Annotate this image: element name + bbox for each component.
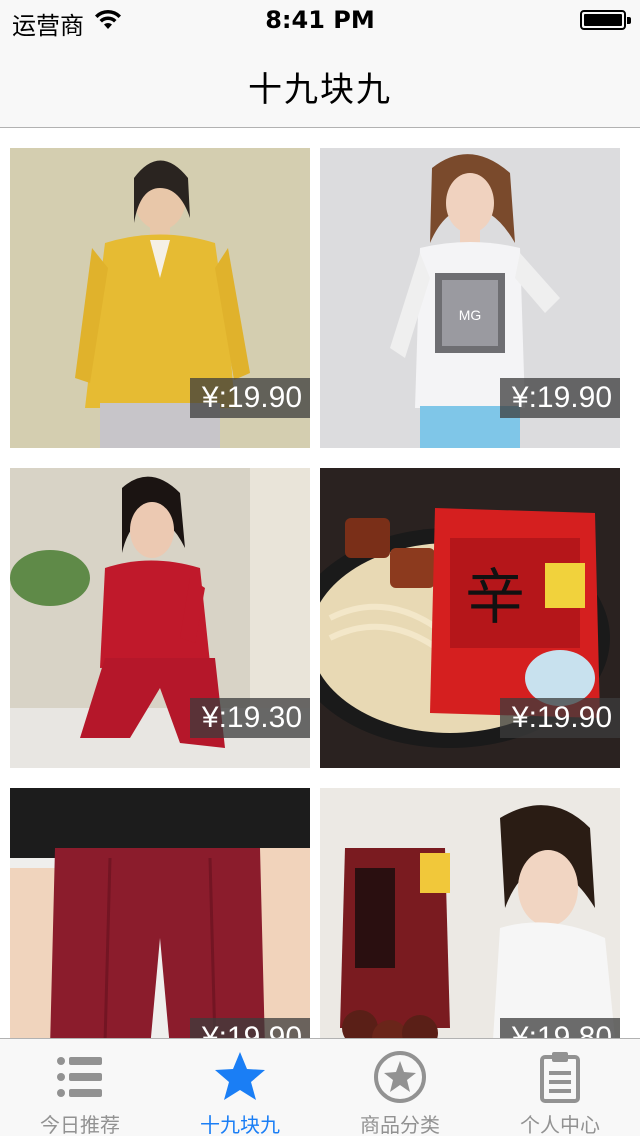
price-tag: ¥:19.90 (189, 378, 310, 418)
product-image (320, 788, 620, 1038)
product-card-snack-pack[interactable]: ¥:19.80 (320, 788, 620, 1038)
tab-nineteen-nine[interactable]: 十九块九 (160, 1039, 320, 1136)
tab-profile[interactable]: 个人中心 (480, 1039, 640, 1136)
product-grid[interactable]: ¥:19.90 MG ¥:19.90 ¥:19.30 辛 ¥:19.90 ¥:1… (0, 129, 640, 1038)
product-card-burgundy-shorts[interactable]: ¥:19.90 (10, 788, 310, 1038)
star-circle-icon (374, 1051, 426, 1103)
battery-icon (580, 10, 631, 30)
svg-text:辛: 辛 (465, 563, 525, 633)
svg-text:MG: MG (459, 307, 482, 323)
tab-categories[interactable]: 商品分类 (320, 1039, 480, 1136)
tab-label: 十九块九 (200, 1113, 280, 1136)
list-icon (57, 1057, 102, 1097)
price-tag: ¥:19.90 (499, 698, 620, 738)
wifi-icon (95, 9, 121, 29)
tab-label: 商品分类 (360, 1113, 440, 1136)
price-tag: ¥:19.90 (499, 378, 620, 418)
tab-bar: 今日推荐 十九块九 商品分类 个人中心 (0, 1038, 640, 1136)
price-tag: ¥:19.80 (499, 1018, 620, 1038)
screen: 运营商 8:41 PM 十九块九 ¥:19.90 MG ¥:19.90 ¥:19… (0, 0, 640, 1136)
price-tag: ¥:19.30 (189, 698, 310, 738)
tab-label: 今日推荐 (40, 1113, 120, 1136)
product-image (10, 788, 310, 1038)
status-bar: 运营商 8:41 PM (0, 0, 640, 40)
star-icon (215, 1052, 265, 1100)
nav-bar: 十九块九 (0, 40, 640, 128)
product-card-yellow-cardigan[interactable]: ¥:19.90 (10, 148, 310, 448)
product-card-white-graphic-tee[interactable]: MG ¥:19.90 (320, 148, 620, 448)
tab-today-recommend[interactable]: 今日推荐 (0, 1039, 160, 1136)
clipboard-icon (540, 1052, 580, 1103)
price-tag: ¥:19.90 (189, 1018, 310, 1038)
product-card-shin-ramyun[interactable]: 辛 ¥:19.90 (320, 468, 620, 768)
carrier-label: 运营商 (12, 12, 84, 40)
product-card-red-thermal-set[interactable]: ¥:19.30 (10, 468, 310, 768)
page-title: 十九块九 (248, 70, 392, 110)
tab-label: 个人中心 (520, 1113, 600, 1136)
